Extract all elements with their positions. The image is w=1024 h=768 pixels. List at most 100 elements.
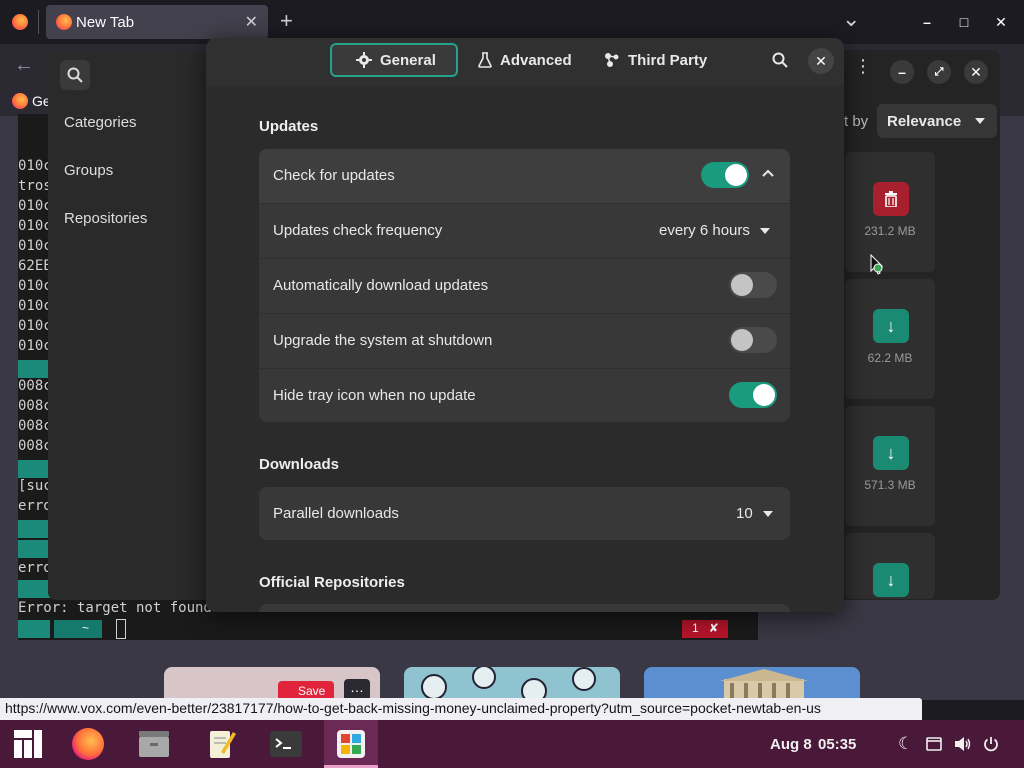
row-update-frequency[interactable]: Updates check frequency every 6 hours bbox=[259, 204, 790, 259]
toggle-knob bbox=[731, 274, 753, 296]
close-icon: ✕ bbox=[815, 52, 827, 69]
dialog-close-button[interactable]: ✕ bbox=[808, 48, 834, 74]
firefox-icon bbox=[56, 14, 72, 30]
night-mode-icon[interactable]: ☾ bbox=[898, 734, 913, 754]
terminal-icon bbox=[270, 731, 302, 757]
sidebar-item-categories[interactable]: Categories bbox=[64, 114, 137, 131]
tab-close-icon[interactable]: ✕ bbox=[245, 12, 258, 32]
app-menu-button[interactable] bbox=[8, 726, 48, 762]
sidebar-search-button[interactable] bbox=[60, 60, 90, 90]
row-check-for-updates[interactable]: Check for updates bbox=[259, 149, 790, 204]
tab-general[interactable]: General bbox=[330, 43, 458, 77]
software-sidebar bbox=[48, 50, 206, 600]
browser-tab-new-tab[interactable]: New Tab ✕ bbox=[46, 5, 268, 39]
parallel-downloads-dropdown[interactable]: 10 bbox=[736, 505, 773, 522]
back-button[interactable]: ← bbox=[14, 54, 34, 77]
firefox-view-icon[interactable] bbox=[12, 14, 28, 30]
gear-icon bbox=[356, 52, 372, 68]
maximize-icon: ⤢ bbox=[934, 65, 944, 78]
preferences-dialog: General Advanced Third Party ✕ Updates C… bbox=[206, 38, 844, 612]
sort-dropdown[interactable]: Relevance bbox=[877, 104, 997, 138]
package-card[interactable]: ↓ 62.2 MB bbox=[845, 279, 935, 399]
check-updates-toggle[interactable] bbox=[701, 162, 749, 188]
list-tabs-icon[interactable]: ⌄ bbox=[842, 6, 860, 32]
sw-minimize-button[interactable]: – bbox=[890, 60, 914, 84]
prompt-badge bbox=[18, 580, 59, 598]
general-settings: Updates Check for updates Updates check … bbox=[206, 86, 844, 612]
row-label: Hide tray icon when no update bbox=[273, 387, 476, 404]
prompt-badge bbox=[18, 540, 59, 558]
section-title-downloads: Downloads bbox=[259, 456, 340, 473]
window-maximize-button[interactable]: □ bbox=[951, 9, 977, 35]
dialog-header: General Advanced Third Party ✕ bbox=[206, 38, 844, 86]
row-parallel-downloads[interactable]: Parallel downloads 10 bbox=[259, 487, 790, 542]
prompt-badge bbox=[18, 460, 59, 478]
terminal-line: 010c bbox=[18, 198, 52, 214]
taskbar-firefox[interactable] bbox=[68, 726, 108, 762]
install-package-button[interactable]: ↓ bbox=[873, 309, 909, 343]
terminal-line: tros bbox=[18, 178, 52, 194]
row-upgrade-shutdown[interactable]: Upgrade the system at shutdown bbox=[259, 314, 790, 369]
tab-label: General bbox=[380, 51, 436, 69]
firefox-icon bbox=[72, 728, 104, 760]
window-minimize-button[interactable]: – bbox=[914, 9, 940, 35]
install-package-button[interactable]: ↓ bbox=[873, 436, 909, 470]
sidebar-item-groups[interactable]: Groups bbox=[64, 162, 113, 179]
package-card[interactable]: ↓ bbox=[845, 533, 935, 599]
package-size: 231.2 MB bbox=[864, 224, 916, 238]
chevron-down-icon bbox=[975, 118, 986, 124]
terminal-line: 010c bbox=[18, 298, 52, 314]
downloads-group: Parallel downloads 10 bbox=[259, 487, 790, 540]
package-card[interactable]: 231.2 MB bbox=[845, 152, 935, 272]
row-hide-tray[interactable]: Hide tray icon when no update bbox=[259, 369, 790, 424]
terminal-line: 008c bbox=[18, 398, 52, 414]
terminal-line: 010c bbox=[18, 158, 52, 174]
updates-group: Check for updates Updates check frequenc… bbox=[259, 149, 790, 422]
terminal-error-line: Error: target not found: bbox=[18, 600, 229, 616]
prompt-os-segment bbox=[18, 620, 50, 638]
upgrade-shutdown-toggle[interactable] bbox=[729, 327, 777, 353]
frequency-dropdown[interactable]: every 6 hours bbox=[659, 222, 770, 239]
file-manager-icon bbox=[139, 731, 169, 757]
taskbar-files[interactable] bbox=[134, 726, 174, 762]
power-icon[interactable] bbox=[983, 736, 999, 752]
terminal-line: 008c bbox=[18, 378, 52, 394]
mouse-cursor-icon bbox=[870, 254, 884, 275]
terminal-line: 010c bbox=[18, 338, 52, 354]
window-close-button[interactable]: ✕ bbox=[988, 9, 1014, 35]
remove-package-button[interactable] bbox=[873, 182, 909, 216]
sw-maximize-button[interactable]: ⤢ bbox=[927, 60, 951, 84]
row-label: Parallel downloads bbox=[273, 505, 399, 522]
menu-button[interactable]: ⋮ bbox=[852, 56, 874, 90]
sidebar-item-repositories[interactable]: Repositories bbox=[64, 210, 147, 227]
new-tab-button[interactable]: + bbox=[280, 8, 293, 34]
chevron-up-icon[interactable] bbox=[762, 169, 774, 177]
hide-tray-toggle[interactable] bbox=[729, 382, 777, 408]
package-card[interactable]: ↓ 571.3 MB bbox=[845, 406, 935, 526]
terminal-line: 62EE bbox=[18, 258, 52, 274]
terminal-cursor bbox=[116, 619, 126, 639]
install-package-button[interactable]: ↓ bbox=[873, 563, 909, 597]
clock-date[interactable]: Aug 8 bbox=[770, 736, 812, 753]
taskbar-software-manager[interactable] bbox=[324, 720, 378, 768]
terminal-line: erro bbox=[18, 498, 52, 514]
terminal-line: 010c bbox=[18, 278, 52, 294]
exit-code: 1 bbox=[692, 621, 699, 635]
auto-download-toggle[interactable] bbox=[729, 272, 777, 298]
clock-time[interactable]: 05:35 bbox=[818, 736, 856, 753]
dialog-search-button[interactable] bbox=[772, 52, 792, 72]
taskbar-terminal[interactable] bbox=[266, 726, 306, 762]
link-status-url: https://www.vox.com/even-better/23817177… bbox=[0, 698, 922, 720]
terminal-line: 010c bbox=[18, 318, 52, 334]
volume-icon[interactable] bbox=[954, 736, 972, 752]
clipboard-icon[interactable] bbox=[926, 737, 942, 751]
row-auto-download[interactable]: Automatically download updates bbox=[259, 259, 790, 314]
prompt-badge bbox=[18, 360, 59, 378]
chevron-down-icon bbox=[762, 510, 773, 517]
sw-close-button[interactable]: ✕ bbox=[964, 60, 988, 84]
tab-divider bbox=[38, 10, 39, 34]
tab-third-party[interactable]: Third Party bbox=[590, 43, 721, 77]
row-label: Upgrade the system at shutdown bbox=[273, 332, 493, 349]
tab-advanced[interactable]: Advanced bbox=[464, 43, 586, 77]
taskbar-text-editor[interactable] bbox=[202, 726, 242, 762]
